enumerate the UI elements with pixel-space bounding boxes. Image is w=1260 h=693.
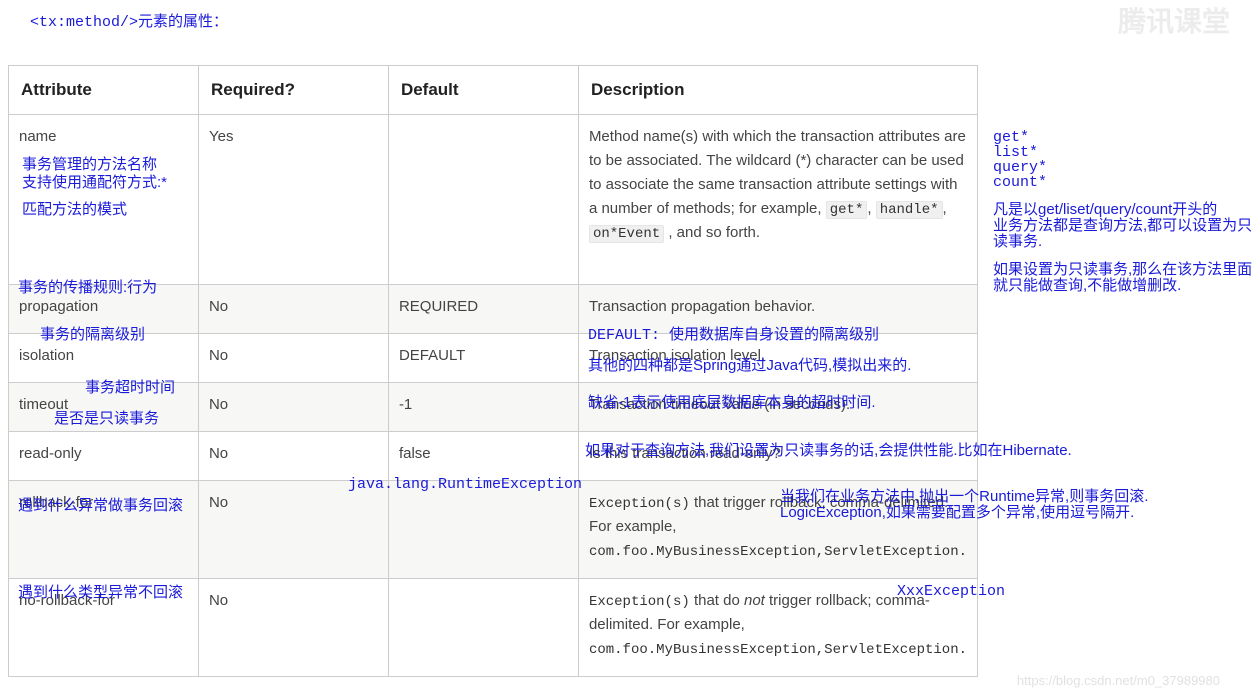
- cell-def: [388, 115, 578, 285]
- title-tx-method: <tx:method/>元素的属性：: [30, 10, 228, 31]
- cell-desc: Method name(s) with which the transactio…: [578, 115, 977, 285]
- table-row: name Yes Method name(s) with which the t…: [9, 115, 978, 285]
- not-word: not: [744, 592, 765, 609]
- cell-def: -1: [388, 383, 578, 432]
- cell-req: No: [198, 578, 388, 676]
- ann-rollback-note2: LogicException,如果需要配置多个异常,使用逗号隔开.: [780, 503, 1134, 523]
- ann-name-3: 匹配方法的模式: [22, 200, 127, 220]
- ann-rollback-label: 遇到什么异常做事务回滚: [18, 496, 183, 516]
- watermark-url: https://blog.csdn.net/m0_37989980: [1017, 673, 1220, 688]
- cell-req: No: [198, 432, 388, 481]
- th-attribute: Attribute: [9, 66, 199, 115]
- ann-timeout-label: 事务超时时间: [85, 378, 175, 398]
- code-exceptions: Exception(s): [589, 594, 690, 610]
- code-handle: handle*: [876, 201, 943, 219]
- ann-propagation-label: 事务的传播规则:行为: [18, 278, 157, 298]
- cell-attr: read-only: [9, 432, 199, 481]
- code-onevent: on*Event: [589, 225, 664, 243]
- th-description: Description: [578, 66, 977, 115]
- th-default: Default: [388, 66, 578, 115]
- ann-isolation-label: 事务的隔离级别: [40, 325, 145, 345]
- cell-def: [388, 578, 578, 676]
- cell-req: No: [198, 481, 388, 579]
- cell-def: REQUIRED: [388, 285, 578, 334]
- ann-norollback-label: 遇到什么类型异常不回滚: [18, 583, 183, 603]
- ann-isolation-note1: DEFAULT: 使用数据库自身设置的隔离级别: [588, 326, 879, 346]
- ann-isolation-note2: 其他的四种都是Spring通过Java代码,模拟出来的.: [588, 356, 911, 376]
- desc-text-suffix: , and so forth.: [668, 224, 760, 241]
- code-example: com.foo.MyBusinessException,ServletExcep…: [589, 642, 967, 658]
- code-example: com.foo.MyBusinessException,ServletExcep…: [589, 544, 967, 560]
- watermark-logo: 腾讯课堂: [1118, 0, 1230, 40]
- cell-req: No: [198, 383, 388, 432]
- ann-timeout-note: 缺省-1表示使用底层数据库本身的超时时间.: [588, 393, 876, 413]
- ann-norollback-note: XxxException: [897, 582, 1005, 602]
- ann-rollback-default: java.lang.RuntimeException: [348, 475, 582, 495]
- th-required: Required?: [198, 66, 388, 115]
- code-exceptions: Exception(s): [589, 496, 690, 512]
- side-p1c: 读事务.: [993, 232, 1042, 252]
- side-p2b: 就只能做查询,不能做增删改.: [993, 276, 1181, 296]
- code-get: get*: [826, 201, 868, 219]
- cell-def: DEFAULT: [388, 334, 578, 383]
- ann-readonly-note: 如果对于查询方法,我们设置为只读事务的话,会提供性能.比如在Hibernate.: [585, 441, 1072, 461]
- ann-name-2: 支持使用通配符方式:*: [22, 173, 167, 193]
- ann-readonly-label: 是否是只读事务: [54, 409, 159, 429]
- side-list-count: count*: [993, 173, 1047, 193]
- cell-req: No: [198, 334, 388, 383]
- cell-req: No: [198, 285, 388, 334]
- cell-req: Yes: [198, 115, 388, 285]
- cell-def: [388, 481, 578, 579]
- cell-def: false: [388, 432, 578, 481]
- ann-name-1: 事务管理的方法名称: [22, 155, 157, 175]
- table-header-row: Attribute Required? Default Description: [9, 66, 978, 115]
- desc-text: that do: [694, 592, 744, 609]
